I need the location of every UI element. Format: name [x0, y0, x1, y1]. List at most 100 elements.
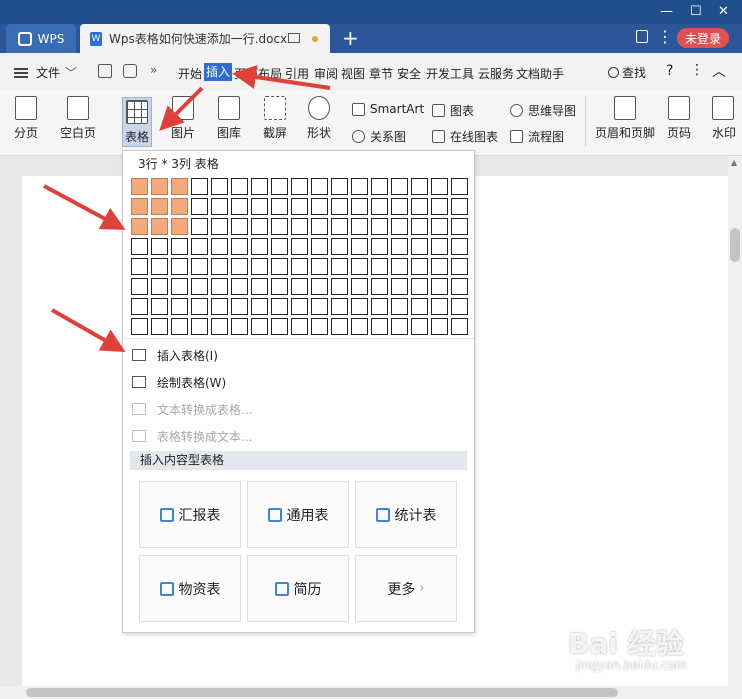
- table-grid-cell[interactable]: [431, 278, 448, 295]
- menu-item-review[interactable]: 审阅: [314, 65, 338, 82]
- table-grid-cell[interactable]: [291, 238, 308, 255]
- card-supplies-table[interactable]: 物资表: [139, 555, 241, 622]
- mindmap-button[interactable]: 思维导图: [510, 102, 576, 119]
- table-grid-cell[interactable]: [171, 258, 188, 275]
- blank-page-button[interactable]: 空白页: [60, 96, 96, 141]
- relation-diagram-button[interactable]: 关系图: [352, 128, 406, 145]
- smartart-button[interactable]: SmartArt: [352, 102, 424, 116]
- tab-document[interactable]: W Wps表格如何快速添加一行.docx: [80, 24, 330, 53]
- table-grid-cell[interactable]: [251, 278, 268, 295]
- table-grid-cell[interactable]: [371, 318, 388, 335]
- table-grid-cell[interactable]: [171, 298, 188, 315]
- table-grid-cell[interactable]: [271, 238, 288, 255]
- more-options-icon[interactable]: ⋮: [690, 62, 704, 78]
- print-icon[interactable]: [123, 64, 137, 78]
- table-grid-cell[interactable]: [431, 218, 448, 235]
- table-grid-cell[interactable]: [451, 278, 468, 295]
- table-grid-cell[interactable]: [271, 318, 288, 335]
- table-grid-cell[interactable]: [231, 218, 248, 235]
- table-button[interactable]: 表格: [122, 97, 153, 147]
- table-grid-cell[interactable]: [391, 298, 408, 315]
- table-grid-cell[interactable]: [331, 278, 348, 295]
- table-grid-cell[interactable]: [431, 178, 448, 195]
- table-grid-cell[interactable]: [371, 298, 388, 315]
- table-grid-cell[interactable]: [331, 238, 348, 255]
- table-grid-cell[interactable]: [271, 278, 288, 295]
- table-grid-cell[interactable]: [311, 178, 328, 195]
- table-grid-cell[interactable]: [191, 218, 208, 235]
- table-grid-cell[interactable]: [391, 258, 408, 275]
- monitor-icon[interactable]: [288, 33, 300, 43]
- table-grid-cell[interactable]: [271, 218, 288, 235]
- new-tab-button[interactable]: +: [342, 26, 359, 50]
- table-grid-cell[interactable]: [231, 198, 248, 215]
- table-grid-cell[interactable]: [291, 178, 308, 195]
- login-button[interactable]: 未登录: [677, 28, 729, 48]
- table-grid-cell[interactable]: [271, 298, 288, 315]
- table-grid-cell[interactable]: [331, 258, 348, 275]
- table-grid-cell[interactable]: [311, 298, 328, 315]
- table-grid-cell[interactable]: [451, 218, 468, 235]
- menu-item-start[interactable]: 开始: [178, 65, 202, 82]
- menu-item-insert[interactable]: 插入: [204, 63, 233, 81]
- table-grid-cell[interactable]: [131, 298, 148, 315]
- table-grid-cell[interactable]: [211, 198, 228, 215]
- search-button[interactable]: 查找: [608, 64, 646, 81]
- table-grid-cell[interactable]: [311, 278, 328, 295]
- table-grid-cell[interactable]: [411, 178, 428, 195]
- save-icon[interactable]: [98, 64, 112, 78]
- menu-item-cloud[interactable]: 云服务: [478, 65, 514, 82]
- table-grid-cell[interactable]: [331, 298, 348, 315]
- table-grid-cell[interactable]: [151, 318, 168, 335]
- card-report-table[interactable]: 汇报表: [139, 481, 241, 548]
- table-grid-cell[interactable]: [151, 298, 168, 315]
- table-grid-cell[interactable]: [391, 278, 408, 295]
- flowchart-button[interactable]: 流程图: [510, 128, 564, 145]
- table-grid-cell[interactable]: [391, 198, 408, 215]
- vertical-scrollbar[interactable]: ▲: [728, 156, 742, 686]
- table-grid-cell[interactable]: [131, 278, 148, 295]
- table-grid-cell[interactable]: [431, 258, 448, 275]
- table-grid-cell[interactable]: [171, 178, 188, 195]
- table-grid-cell[interactable]: [371, 238, 388, 255]
- quick-access-more-icon[interactable]: »: [150, 63, 157, 77]
- table-grid-cell[interactable]: [411, 318, 428, 335]
- table-grid-cell[interactable]: [131, 178, 148, 195]
- table-grid-cell[interactable]: [171, 238, 188, 255]
- table-grid-cell[interactable]: [191, 318, 208, 335]
- menu-item-dev-tools[interactable]: 开发工具: [426, 65, 474, 82]
- table-grid-cell[interactable]: [291, 318, 308, 335]
- insert-table-item[interactable]: 插入表格(I): [132, 345, 218, 365]
- table-grid-cell[interactable]: [191, 178, 208, 195]
- table-size-grid[interactable]: [131, 178, 468, 335]
- table-grid-cell[interactable]: [231, 318, 248, 335]
- table-grid-cell[interactable]: [251, 238, 268, 255]
- minimize-icon[interactable]: —: [660, 4, 673, 19]
- file-menu[interactable]: 文件 ﹀: [14, 64, 77, 81]
- table-grid-cell[interactable]: [231, 298, 248, 315]
- table-grid-cell[interactable]: [311, 198, 328, 215]
- table-grid-cell[interactable]: [211, 318, 228, 335]
- table-grid-cell[interactable]: [291, 298, 308, 315]
- table-grid-cell[interactable]: [431, 318, 448, 335]
- table-grid-cell[interactable]: [311, 238, 328, 255]
- table-grid-cell[interactable]: [431, 298, 448, 315]
- table-grid-cell[interactable]: [451, 178, 468, 195]
- table-grid-cell[interactable]: [271, 198, 288, 215]
- table-grid-cell[interactable]: [151, 178, 168, 195]
- table-grid-cell[interactable]: [391, 318, 408, 335]
- menu-item-doc-assistant[interactable]: 文档助手: [516, 65, 564, 82]
- table-grid-cell[interactable]: [291, 258, 308, 275]
- menu-item-view[interactable]: 视图: [341, 65, 365, 82]
- menu-item-chapter[interactable]: 章节: [369, 65, 393, 82]
- table-grid-cell[interactable]: [451, 258, 468, 275]
- header-footer-button[interactable]: 页眉和页脚: [595, 96, 655, 141]
- table-grid-cell[interactable]: [291, 198, 308, 215]
- table-grid-cell[interactable]: [171, 198, 188, 215]
- table-grid-cell[interactable]: [291, 278, 308, 295]
- table-grid-cell[interactable]: [231, 238, 248, 255]
- table-grid-cell[interactable]: [391, 238, 408, 255]
- table-grid-cell[interactable]: [311, 258, 328, 275]
- table-grid-cell[interactable]: [451, 298, 468, 315]
- window-mode-icon[interactable]: [636, 30, 648, 43]
